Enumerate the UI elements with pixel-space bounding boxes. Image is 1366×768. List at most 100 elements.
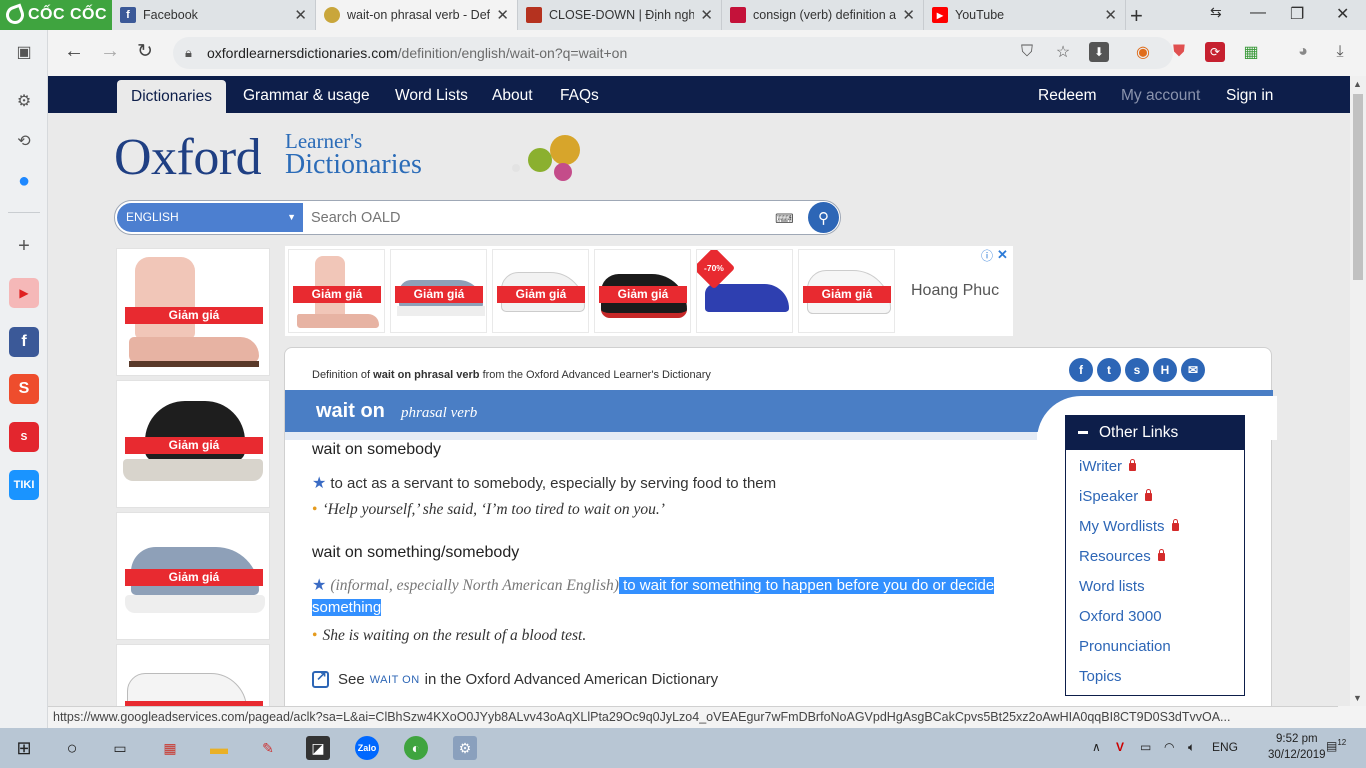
tray-battery-icon[interactable]: ▭ xyxy=(1140,740,1151,754)
link-resources[interactable]: Resources xyxy=(1079,548,1165,565)
windows-start-icon[interactable]: ⊞ xyxy=(12,736,36,760)
tab-search-icon[interactable]: ⇆ xyxy=(1210,4,1222,21)
bookmark-star-icon[interactable]: ☆ xyxy=(1053,42,1073,62)
ad-product-tile[interactable]: Giảm giá xyxy=(492,249,589,333)
paint-app-icon[interactable]: ✎ xyxy=(256,736,280,760)
nav-sign-in[interactable]: Sign in xyxy=(1226,76,1273,113)
restore-button[interactable]: ❐ xyxy=(1290,4,1304,24)
tray-chevron-up-icon[interactable]: ∧ xyxy=(1092,740,1101,754)
stumbleupon-share-icon[interactable]: s xyxy=(1125,358,1149,382)
close-ad-icon[interactable]: ✕ xyxy=(997,247,1008,263)
link-topics[interactable]: Topics xyxy=(1079,668,1122,685)
extension-grid-icon[interactable]: ▦ xyxy=(1241,42,1261,62)
extension-chrome-icon[interactable]: ◉ xyxy=(1133,42,1153,62)
email-share-icon[interactable]: ✉ xyxy=(1181,358,1205,382)
sidebar-toggle-icon[interactable]: ▣ xyxy=(9,37,39,67)
nav-faqs[interactable]: FAQs xyxy=(560,76,599,113)
minimize-button[interactable]: — xyxy=(1250,4,1266,22)
link-pronunciation[interactable]: Pronunciation xyxy=(1079,638,1171,655)
hatena-share-icon[interactable]: H xyxy=(1153,358,1177,382)
history-icon[interactable]: ⟲ xyxy=(9,126,39,156)
ad-brand-name[interactable]: Hoang Phuc xyxy=(911,282,999,300)
lock-icon[interactable]: 🔒︎ xyxy=(185,45,192,61)
ad-product-tile[interactable]: Giảm giá xyxy=(390,249,487,333)
adchoices-icon[interactable]: ⓘ xyxy=(981,247,993,264)
scroll-up-icon[interactable]: ▲ xyxy=(1353,79,1362,89)
tray-volume-icon[interactable]: 🔈︎ xyxy=(1188,740,1195,755)
see-also-link[interactable]: SeeWAIT ONin the Oxford Advanced America… xyxy=(312,668,718,688)
close-tab-icon[interactable]: ✕ xyxy=(902,6,915,24)
search-input[interactable] xyxy=(311,202,771,233)
adblock-icon[interactable]: ⛊ xyxy=(1169,42,1189,62)
close-tab-icon[interactable]: ✕ xyxy=(496,6,509,24)
other-links-header[interactable]: Other Links xyxy=(1066,416,1244,450)
messenger-icon[interactable]: ● xyxy=(9,166,39,196)
coccoc-logo[interactable]: CỐC CỐC xyxy=(0,0,112,30)
zalo-icon[interactable]: Zalo xyxy=(355,736,379,760)
nav-word-lists[interactable]: Word Lists xyxy=(395,76,468,113)
notes-app-icon[interactable]: ◪ xyxy=(306,736,330,760)
app-icon[interactable]: ⚙ xyxy=(453,736,477,760)
page-scrollbar[interactable]: ▲ ▼ xyxy=(1350,76,1366,706)
dictionary-language-select[interactable]: ENGLISH ▼ xyxy=(117,203,303,232)
tab-youtube[interactable]: ▶ YouTube ✕ xyxy=(924,0,1126,30)
ad-product-tile[interactable]: Giảm giá xyxy=(116,512,270,640)
profile-avatar[interactable]: ◕ xyxy=(1293,42,1313,62)
tray-language[interactable]: ENG xyxy=(1212,740,1238,754)
download-page-icon[interactable]: ⬇ xyxy=(1089,42,1109,62)
search-icon[interactable]: ⚲ xyxy=(808,202,839,233)
notification-center-icon[interactable]: ▤12 xyxy=(1326,738,1346,753)
tab-facebook[interactable]: f Facebook ✕ xyxy=(112,0,316,30)
tray-app-icon[interactable]: V xyxy=(1116,740,1124,754)
ad-product-tile[interactable]: Giảm giá xyxy=(594,249,691,333)
keyboard-icon[interactable]: ⌨ xyxy=(775,211,794,227)
link-oxford-3000[interactable]: Oxford 3000 xyxy=(1079,608,1162,625)
close-tab-icon[interactable]: ✕ xyxy=(294,6,307,24)
tab-wait-on[interactable]: wait-on phrasal verb - Defin ✕ xyxy=(316,0,518,30)
ad-banner[interactable]: Giảm giá Giảm giá Giảm giá Giảm giá -70%… xyxy=(285,246,1013,336)
ad-product-tile[interactable]: -70% xyxy=(696,249,793,333)
task-view-icon[interactable]: ▭ xyxy=(108,736,132,760)
tray-wifi-icon[interactable]: ◠ xyxy=(1164,740,1174,754)
facebook-share-icon[interactable]: f xyxy=(1069,358,1093,382)
scrollbar-thumb[interactable] xyxy=(1353,94,1363,280)
tab-close-down[interactable]: CLOSE-DOWN | Định nghĩa ✕ xyxy=(518,0,722,30)
link-iwriter[interactable]: iWriter xyxy=(1079,458,1137,475)
ad-product-tile[interactable]: Giảm giá xyxy=(116,380,270,508)
settings-gear-icon[interactable]: ⚙ xyxy=(9,86,39,116)
close-tab-icon[interactable]: ✕ xyxy=(1104,6,1117,24)
downloads-icon[interactable]: ⤓ xyxy=(1330,42,1350,62)
nav-my-account[interactable]: My account xyxy=(1121,76,1200,113)
coccoc-taskbar-icon[interactable]: ◐ xyxy=(404,736,428,760)
new-tab-button[interactable]: + xyxy=(1130,3,1143,29)
forward-button[interactable]: → xyxy=(100,40,120,63)
tray-clock[interactable]: 9:52 pm 30/12/2019 xyxy=(1268,731,1326,763)
link-word-lists[interactable]: Word lists xyxy=(1079,578,1145,595)
back-button[interactable]: ← xyxy=(64,40,84,63)
tiki-icon[interactable]: TIKI xyxy=(9,470,39,500)
ad-product-tile[interactable]: Giảm giá xyxy=(798,249,895,333)
extension-red-icon[interactable]: ⟳ xyxy=(1205,42,1225,62)
cortana-search-icon[interactable]: ○ xyxy=(60,736,84,760)
ad-product-tile[interactable]: Giảm giá xyxy=(116,248,270,376)
shield-icon[interactable]: ⛉ xyxy=(1017,42,1037,62)
youtube-panel-icon[interactable]: ▶ xyxy=(9,278,39,308)
ad-product-tile[interactable]: Giảm giá xyxy=(288,249,385,333)
nav-redeem[interactable]: Redeem xyxy=(1038,76,1097,113)
facebook-panel-icon[interactable]: f xyxy=(9,327,39,357)
close-window-button[interactable]: ✕ xyxy=(1336,4,1349,24)
nav-about[interactable]: About xyxy=(492,76,533,113)
close-tab-icon[interactable]: ✕ xyxy=(700,6,713,24)
shopee-icon[interactable]: S xyxy=(9,374,39,404)
twitter-share-icon[interactable]: t xyxy=(1097,358,1121,382)
link-my-wordlists[interactable]: My Wordlists xyxy=(1079,518,1179,535)
app-icon[interactable]: ▦ xyxy=(158,736,182,760)
tab-consign[interactable]: consign (verb) definition an ✕ xyxy=(722,0,924,30)
reload-button[interactable]: ↻ xyxy=(137,40,153,63)
sendo-icon[interactable]: S xyxy=(9,422,39,452)
ad-product-tile[interactable] xyxy=(116,644,270,706)
scroll-down-icon[interactable]: ▼ xyxy=(1353,693,1362,703)
ad-vertical[interactable]: ⓘ ✕ Giảm giá Giảm giá Giảm giá xyxy=(114,246,272,706)
add-panel-icon[interactable]: + xyxy=(9,231,39,261)
link-ispeaker[interactable]: iSpeaker xyxy=(1079,488,1153,505)
